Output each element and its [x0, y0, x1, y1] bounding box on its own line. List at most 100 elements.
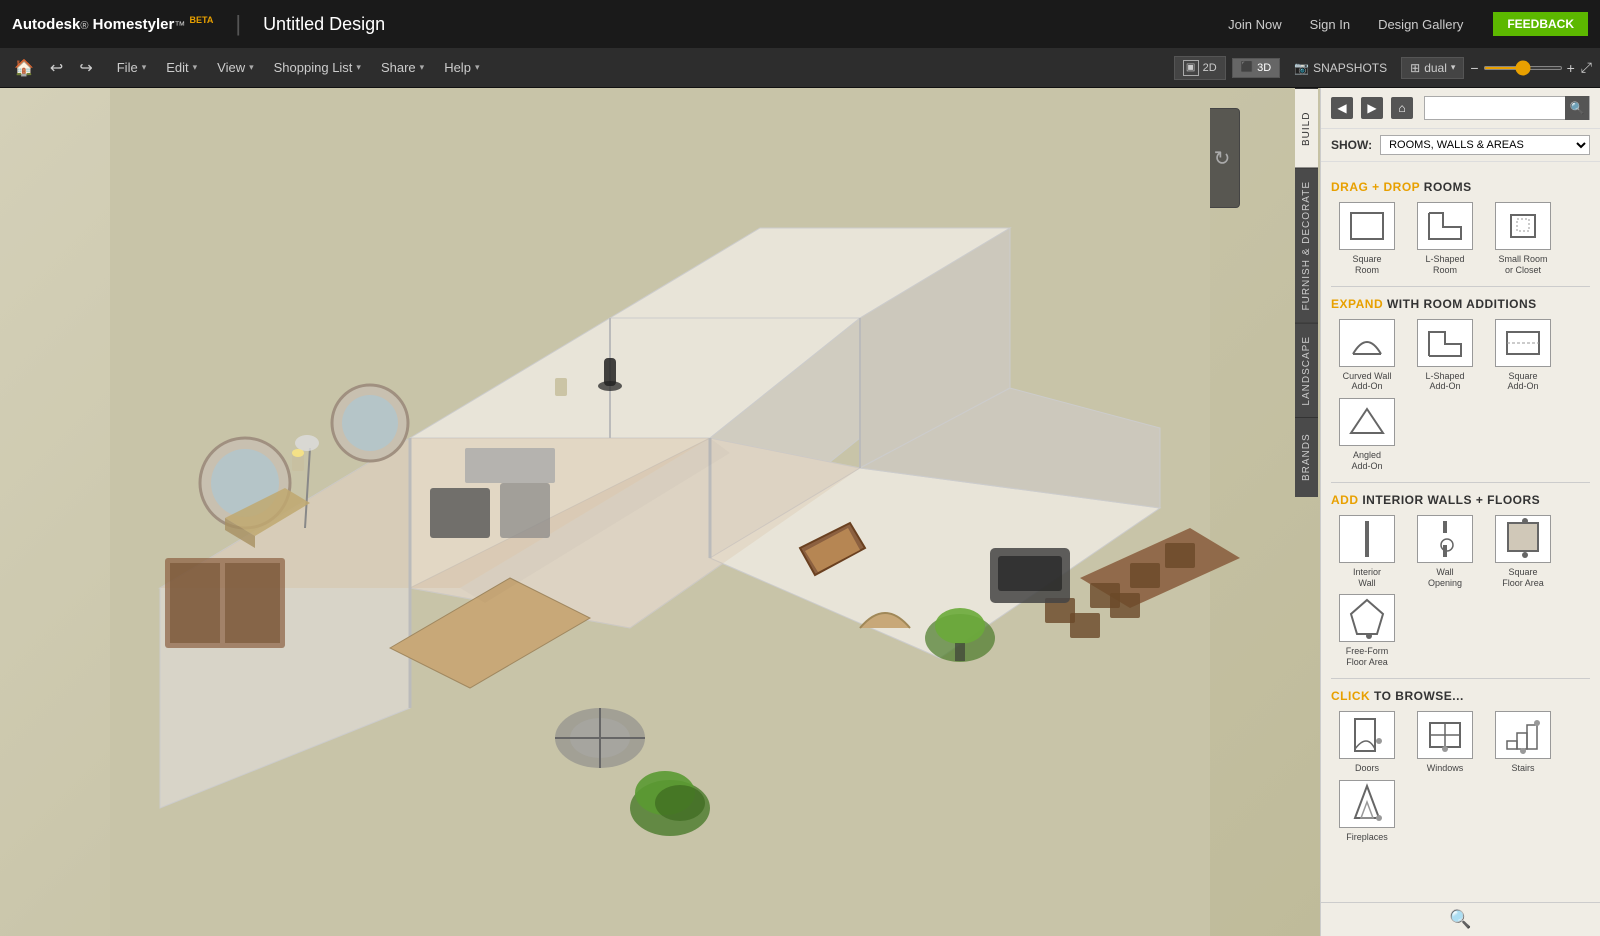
- l-shaped-room-item[interactable]: L-ShapedRoom: [1409, 202, 1481, 276]
- shopping-list-menu[interactable]: Shopping List ▾: [264, 48, 371, 88]
- interior-wall-svg: [1347, 517, 1387, 561]
- magnify-button[interactable]: 🔍: [1449, 909, 1471, 930]
- angled-addon-icon: [1339, 398, 1395, 446]
- view-menu[interactable]: View ▾: [207, 48, 263, 88]
- square-addon-item[interactable]: SquareAdd-On: [1487, 319, 1559, 393]
- zoom-in-button[interactable]: +: [1567, 60, 1575, 76]
- fireplaces-svg: [1347, 782, 1387, 826]
- sidebar-home-button[interactable]: ⌂: [1391, 97, 1413, 119]
- browse-grid: Doors Windows: [1331, 711, 1590, 843]
- canvas-area[interactable]: ↺ ▲ ▼ ◀ ▶ ✛ ↻: [0, 88, 1320, 936]
- expand-highlight: EXPAND: [1331, 297, 1387, 311]
- doors-item[interactable]: Doors: [1331, 711, 1403, 774]
- snapshots-button[interactable]: 📷 SNAPSHOTS: [1286, 61, 1395, 75]
- 3d-label: 3D: [1257, 62, 1271, 74]
- brands-tab[interactable]: BRANDS: [1295, 417, 1318, 497]
- toolbar-right: ▣ 2D ⬛ 3D 📷 SNAPSHOTS ⊞ dual ▾ − + ⤢: [1174, 56, 1600, 80]
- l-shaped-addon-item[interactable]: L-ShapedAdd-On: [1409, 319, 1481, 393]
- interior-wall-item[interactable]: InteriorWall: [1331, 515, 1403, 589]
- sign-in-link[interactable]: Sign In: [1310, 17, 1350, 32]
- edit-menu[interactable]: Edit ▾: [156, 48, 207, 88]
- design-title: Untitled Design: [263, 14, 385, 35]
- 2d-label: 2D: [1203, 62, 1217, 74]
- 2d-view-button[interactable]: ▣ 2D: [1174, 56, 1226, 80]
- windows-item[interactable]: Windows: [1409, 711, 1481, 774]
- join-now-link[interactable]: Join Now: [1228, 17, 1281, 32]
- show-label: SHOW:: [1331, 138, 1372, 152]
- angled-addon-svg: [1347, 405, 1387, 439]
- help-menu-arrow: ▾: [475, 62, 480, 73]
- view-menu-label: View: [217, 60, 245, 75]
- dual-label: dual: [1424, 61, 1447, 75]
- beta-badge: BETA: [190, 15, 214, 25]
- share-menu-label: Share: [381, 60, 416, 75]
- doors-svg: [1347, 713, 1387, 757]
- stairs-item[interactable]: Stairs: [1487, 711, 1559, 774]
- sidebar-forward-button[interactable]: ▶: [1361, 97, 1383, 119]
- dual-view-button[interactable]: ⊞ dual ▾: [1401, 57, 1464, 79]
- redo-button[interactable]: ↪: [73, 54, 98, 82]
- freeform-floor-label: Free-FormFloor Area: [1346, 646, 1389, 668]
- build-tab[interactable]: BUILD: [1295, 88, 1318, 168]
- sidebar: BUILD FURNISH & DECORATE LANDSCAPE BRAND…: [1320, 88, 1600, 936]
- furnish-decorate-tab[interactable]: FURNISH & DECORATE: [1295, 168, 1318, 323]
- stairs-label: Stairs: [1511, 763, 1534, 774]
- sidebar-search-button[interactable]: 🔍: [1565, 96, 1589, 120]
- sidebar-header: ◀ ▶ ⌂ 🔍: [1321, 88, 1600, 129]
- show-dropdown[interactable]: ROOMS, WALLS & AREAS WALLS ONLY FLOOR AR…: [1380, 135, 1590, 155]
- edit-menu-label: Edit: [166, 60, 188, 75]
- sidebar-back-button[interactable]: ◀: [1331, 97, 1353, 119]
- home-button[interactable]: 🏠: [8, 54, 40, 82]
- square-floor-item[interactable]: SquareFloor Area: [1487, 515, 1559, 589]
- fullscreen-button[interactable]: ⤢: [1581, 59, 1592, 76]
- fireplaces-label: Fireplaces: [1346, 832, 1388, 843]
- title-separator: |: [235, 11, 241, 37]
- fireplaces-item[interactable]: Fireplaces: [1331, 780, 1403, 843]
- 3d-view-button[interactable]: ⬛ 3D: [1232, 58, 1281, 78]
- wall-opening-item[interactable]: WallOpening: [1409, 515, 1481, 589]
- zoom-controls: − +: [1470, 60, 1574, 76]
- sidebar-search: 🔍: [1424, 96, 1590, 120]
- 3d-icon: ⬛: [1241, 62, 1253, 73]
- zoom-out-button[interactable]: −: [1470, 60, 1478, 76]
- wall-opening-icon: [1417, 515, 1473, 563]
- design-gallery-link[interactable]: Design Gallery: [1378, 17, 1463, 32]
- small-room-label: Small Roomor Closet: [1498, 254, 1547, 276]
- dual-arrow: ▾: [1451, 62, 1456, 73]
- windows-svg: [1425, 713, 1465, 757]
- l-shaped-room-svg: [1425, 209, 1465, 243]
- square-room-item[interactable]: SquareRoom: [1331, 202, 1403, 276]
- expand-rooms-title: EXPAND WITH ROOM ADDITIONS: [1331, 297, 1590, 311]
- toolbar-menus: File ▾ Edit ▾ View ▾ Shopping List ▾ Sha…: [107, 48, 490, 88]
- interior-walls-title: ADD INTERIOR WALLS + FLOORS: [1331, 493, 1590, 507]
- fireplaces-icon: [1339, 780, 1395, 828]
- help-menu[interactable]: Help ▾: [434, 48, 489, 88]
- sidebar-search-input[interactable]: [1425, 101, 1565, 115]
- toolbar-left: 🏠 ↩ ↪: [0, 54, 107, 82]
- file-menu[interactable]: File ▾: [107, 48, 156, 88]
- 3d-scene: [0, 88, 1320, 936]
- square-floor-svg: [1503, 517, 1543, 561]
- windows-label: Windows: [1427, 763, 1464, 774]
- show-row: SHOW: ROOMS, WALLS & AREAS WALLS ONLY FL…: [1321, 129, 1600, 162]
- edit-menu-arrow: ▾: [193, 62, 198, 73]
- freeform-floor-item[interactable]: Free-FormFloor Area: [1331, 594, 1403, 668]
- small-room-item[interactable]: Small Roomor Closet: [1487, 202, 1559, 276]
- angled-addon-item[interactable]: AngledAdd-On: [1331, 398, 1403, 472]
- sidebar-content: DRAG + DROP ROOMS SquareRoom: [1321, 162, 1600, 902]
- stairs-svg: [1503, 713, 1543, 757]
- feedback-button[interactable]: FEEDBACK: [1493, 12, 1588, 36]
- l-shaped-room-icon: [1417, 202, 1473, 250]
- divider-3: [1331, 678, 1590, 679]
- curved-wall-item[interactable]: Curved WallAdd-On: [1331, 319, 1403, 393]
- zoom-slider[interactable]: [1483, 66, 1563, 70]
- undo-button[interactable]: ↩: [44, 54, 69, 82]
- sidebar-bottom: 🔍: [1321, 902, 1600, 936]
- share-menu[interactable]: Share ▾: [371, 48, 434, 88]
- l-shaped-room-label: L-ShapedRoom: [1425, 254, 1464, 276]
- curved-wall-label: Curved WallAdd-On: [1343, 371, 1392, 393]
- doors-icon: [1339, 711, 1395, 759]
- expand-normal: WITH ROOM ADDITIONS: [1387, 297, 1537, 311]
- interior-walls-grid: InteriorWall WallOpening: [1331, 515, 1590, 668]
- landscape-tab[interactable]: LANDSCAPE: [1295, 323, 1318, 418]
